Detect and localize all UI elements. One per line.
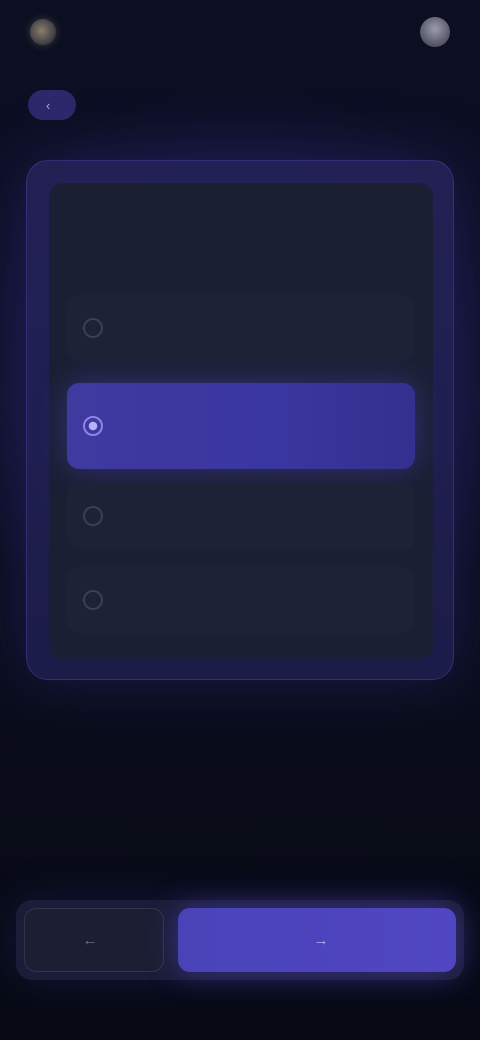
- back-button[interactable]: ‹: [28, 90, 77, 120]
- option-4[interactable]: [67, 567, 415, 633]
- continue-button[interactable]: →: [178, 908, 456, 972]
- radio-selected-icon: [83, 416, 103, 436]
- arrow-left-icon: ←: [82, 931, 98, 949]
- option-3[interactable]: [67, 483, 415, 549]
- arrow-right-icon: →: [313, 931, 329, 949]
- bottom-action-bar: ← →: [16, 900, 464, 980]
- chevron-left-icon: ‹: [46, 97, 51, 113]
- radio-icon: [83, 590, 103, 610]
- radio-icon: [83, 506, 103, 526]
- option-2-selected[interactable]: [67, 383, 415, 469]
- radio-icon: [83, 318, 103, 338]
- screen: ‹ ← →: [0, 0, 480, 1040]
- avatar[interactable]: [420, 17, 450, 47]
- question-card: [26, 160, 454, 680]
- top-actions: [408, 17, 450, 47]
- card-content: [49, 183, 433, 659]
- footer-back-button[interactable]: ←: [24, 908, 164, 972]
- logo-icon: [30, 19, 56, 45]
- option-1[interactable]: [67, 295, 415, 361]
- brand[interactable]: [30, 19, 66, 45]
- top-bar: [0, 0, 480, 64]
